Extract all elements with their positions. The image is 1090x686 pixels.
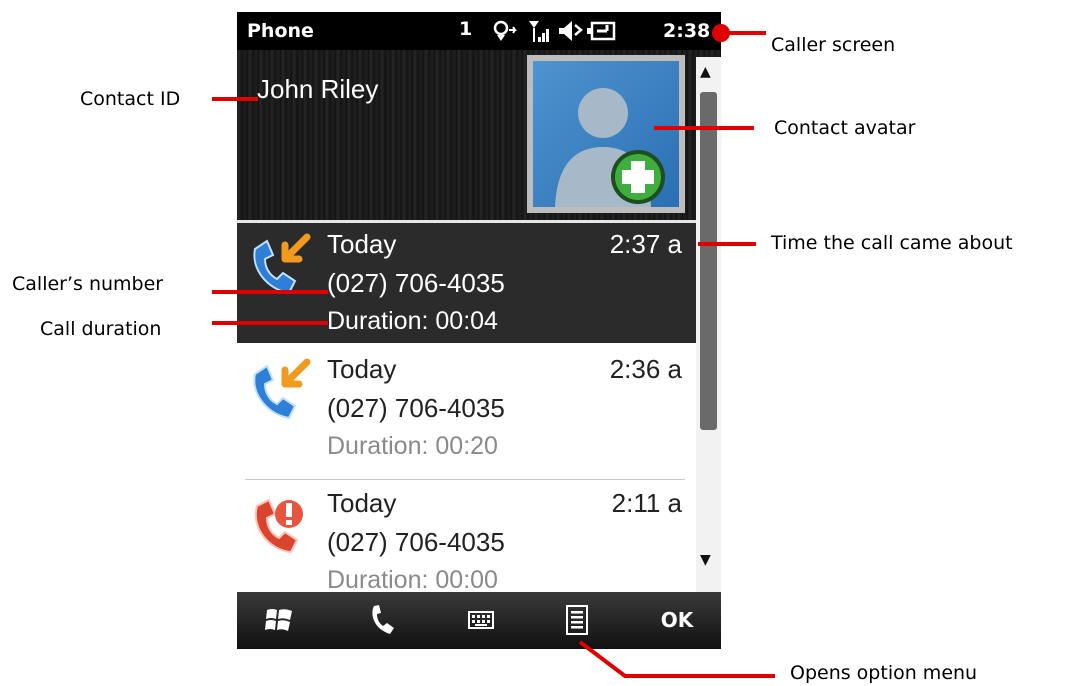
caller-number: (027) 706-4035 bbox=[327, 393, 505, 423]
ok-label: OK bbox=[660, 608, 694, 632]
keyboard-icon bbox=[468, 611, 494, 629]
signal-icon bbox=[529, 21, 549, 42]
annotation-call-duration: Call duration bbox=[40, 318, 162, 340]
annotation-line-call-duration bbox=[212, 321, 328, 325]
annotation-line-caller-screen bbox=[724, 31, 766, 35]
start-button[interactable] bbox=[257, 600, 301, 640]
annotation-contact-id: Contact ID bbox=[80, 88, 181, 110]
call-duration: Duration: 00:20 bbox=[327, 432, 498, 460]
ok-button[interactable]: OK bbox=[655, 600, 699, 640]
call-day: Today bbox=[327, 354, 397, 384]
call-time: 2:11 a bbox=[611, 488, 682, 518]
annotation-line-time bbox=[698, 242, 756, 246]
list-divider bbox=[245, 479, 685, 480]
scroll-up-arrow-icon[interactable]: ▲ bbox=[700, 64, 711, 80]
annotation-time-call: Time the call came about bbox=[771, 232, 1013, 254]
call-duration: Duration: 00:04 bbox=[327, 307, 498, 335]
missed-call-icon bbox=[254, 498, 303, 554]
annotation-opens-option-menu: Opens option menu bbox=[790, 662, 978, 684]
contact-avatar[interactable] bbox=[527, 55, 685, 213]
scroll-down-arrow-icon[interactable]: ▼ bbox=[700, 552, 711, 568]
phone-screen: Phone 1 2:38 John Riley ▲ ▼ Today 2:37 a… bbox=[237, 12, 721, 649]
annotation-callers-number: Caller’s number bbox=[12, 273, 164, 295]
contact-header: John Riley bbox=[237, 50, 721, 220]
annotation-line-contact-avatar bbox=[654, 126, 754, 130]
menu-button[interactable] bbox=[555, 600, 599, 640]
annotation-contact-avatar: Contact avatar bbox=[774, 117, 916, 139]
call-item[interactable]: Today 2:36 a (027) 706-4035 Duration: 00… bbox=[237, 348, 696, 468]
call-history-list: Today 2:37 a (027) 706-4035 Duration: 00… bbox=[237, 220, 696, 592]
annotation-line-contact-id bbox=[212, 97, 258, 101]
call-button[interactable] bbox=[360, 600, 404, 640]
annotation-dot bbox=[712, 24, 730, 42]
incoming-call-icon bbox=[253, 233, 311, 295]
incoming-call-icon bbox=[253, 358, 311, 420]
windows-start-icon bbox=[265, 609, 292, 631]
annotation-line-callers-number bbox=[212, 290, 328, 294]
status-indicator-number: 1 bbox=[459, 18, 473, 40]
call-day: Today bbox=[327, 229, 397, 259]
phone-icon bbox=[372, 605, 394, 634]
status-bar: Phone 1 2:38 bbox=[237, 12, 721, 50]
contact-name: John Riley bbox=[257, 74, 379, 104]
menu-icon bbox=[566, 605, 588, 635]
call-time: 2:36 a bbox=[609, 354, 682, 384]
call-item[interactable]: Today 2:11 a (027) 706-4035 Duration: 00… bbox=[237, 482, 696, 592]
status-icons bbox=[493, 20, 616, 42]
battery-charging-icon bbox=[587, 21, 616, 41]
annotation-line-option-menu bbox=[578, 640, 775, 678]
contact-avatar-icon bbox=[533, 61, 679, 207]
app-title: Phone bbox=[247, 20, 314, 42]
call-time: 2:37 a bbox=[609, 229, 682, 259]
annotation-caller-screen: Caller screen bbox=[771, 34, 896, 56]
call-duration: Duration: 00:00 bbox=[327, 566, 498, 592]
call-day: Today bbox=[327, 488, 397, 518]
volume-muted-icon bbox=[559, 21, 583, 41]
status-clock: 2:38 bbox=[663, 20, 711, 42]
caller-number: (027) 706-4035 bbox=[327, 527, 505, 557]
roaming-icon bbox=[493, 20, 517, 41]
keyboard-button[interactable] bbox=[459, 600, 503, 640]
scrollbar-thumb[interactable] bbox=[700, 92, 717, 430]
caller-number: (027) 706-4035 bbox=[327, 268, 505, 298]
